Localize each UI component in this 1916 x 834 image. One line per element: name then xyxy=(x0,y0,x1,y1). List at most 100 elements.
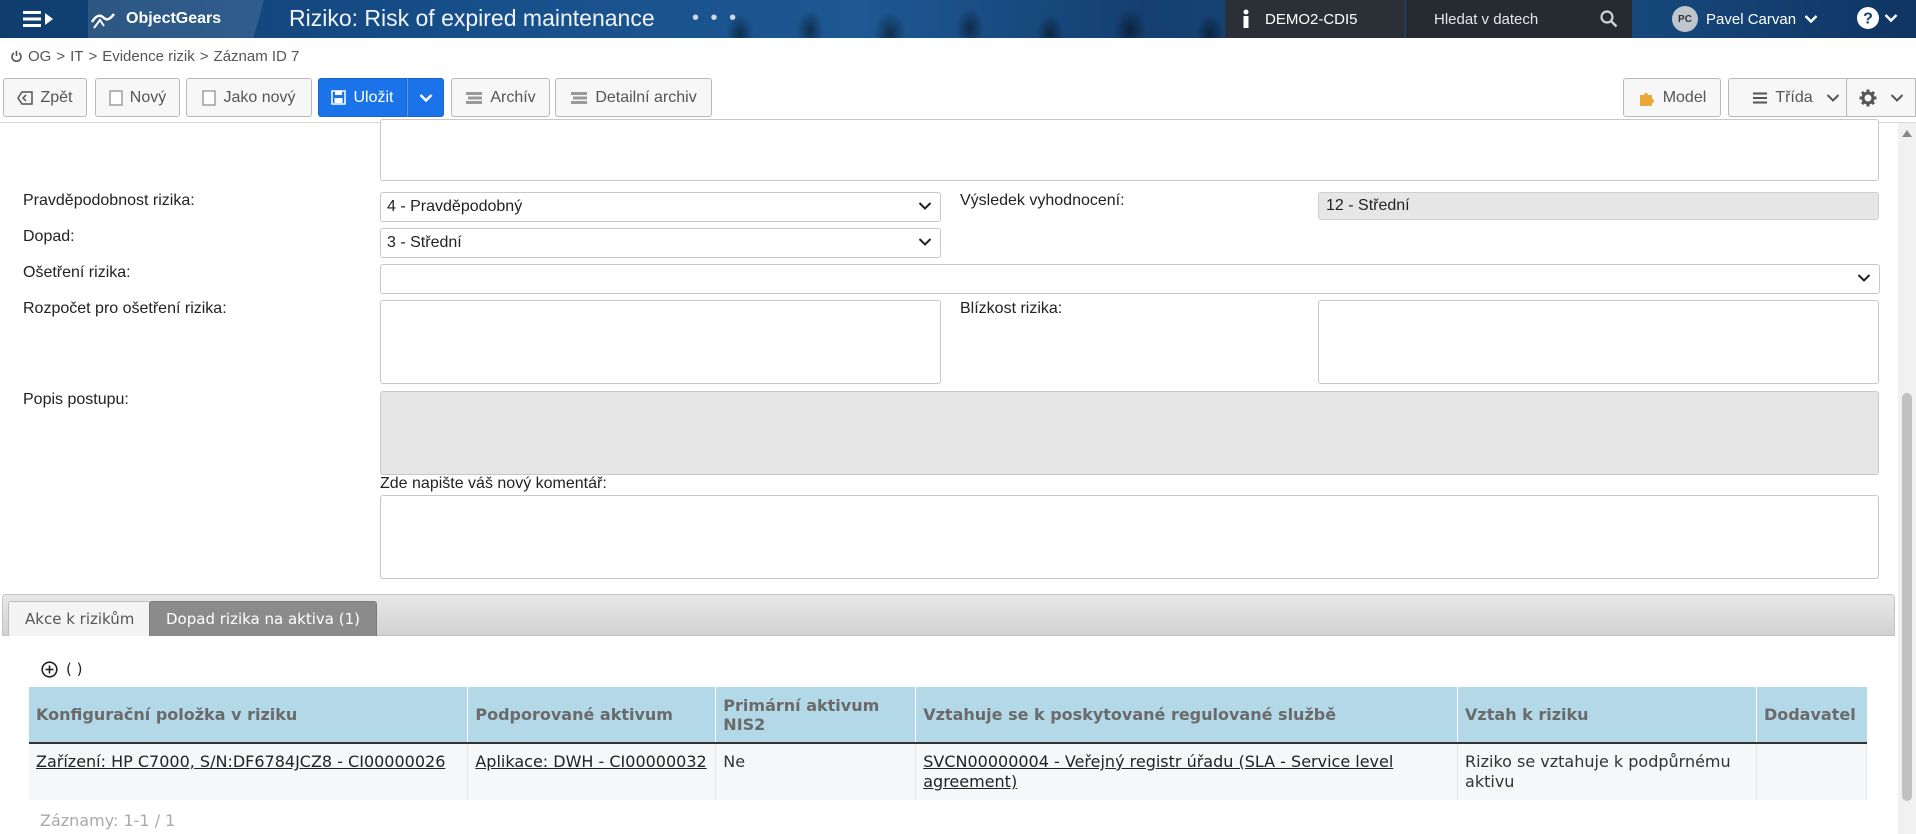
budget-textarea[interactable] xyxy=(380,300,941,384)
detail-tabs: Akce k rizikům Dopad rizika na aktiva (1… xyxy=(2,594,1895,636)
environment-name: DEMO2-CDI5 xyxy=(1265,10,1358,28)
title-more-button[interactable]: • • • xyxy=(692,7,739,30)
column-header-supported-asset[interactable]: Podporované aktivum xyxy=(467,687,717,743)
toolbar: Zpět Nový Jako nový Uložit Archív Detail… xyxy=(0,78,1916,122)
procedure-textarea xyxy=(380,391,1879,475)
add-record-row: ( ) xyxy=(41,660,82,678)
chevron-down-icon xyxy=(1890,93,1903,102)
top-header: ObjectGears Riziko: Risk of expired main… xyxy=(0,0,1916,38)
global-search[interactable] xyxy=(1406,0,1632,38)
chevron-down-icon xyxy=(1804,15,1818,24)
cell-supplier xyxy=(1756,743,1868,800)
evaluation-label: Výsledek vyhodnocení: xyxy=(960,192,1125,209)
scroll-up-icon[interactable] xyxy=(1902,129,1912,137)
comment-label: Zde napište váš nový komentář: xyxy=(380,475,607,492)
chevron-down-icon xyxy=(1826,93,1839,102)
user-menu[interactable]: PC Pavel Carvan xyxy=(1672,0,1818,38)
budget-label: Rozpočet pro ošetření rizika: xyxy=(23,300,227,317)
archive-button[interactable]: Archív xyxy=(451,78,550,117)
cell-supported-asset: Aplikace: DWH - CI00000032 xyxy=(467,743,717,800)
breadcrumb-separator: > xyxy=(199,48,209,65)
settings-button[interactable] xyxy=(1846,78,1916,117)
column-header-supplier[interactable]: Dodavatel xyxy=(1756,687,1867,743)
save-button[interactable]: Uložit xyxy=(318,78,407,117)
back-button-label: Zpět xyxy=(40,88,73,106)
comment-textarea[interactable] xyxy=(380,495,1879,579)
back-button[interactable]: Zpět xyxy=(3,78,87,117)
cell-regulated-service: SVCN00000004 - Veřejný registr úřadu (SL… xyxy=(915,743,1459,800)
tab-risk-impact-assets[interactable]: Dopad rizika na aktiva (1) xyxy=(149,601,377,636)
power-icon xyxy=(11,50,22,62)
page-scrollbar[interactable] xyxy=(1898,123,1916,834)
scrollbar-thumb[interactable] xyxy=(1902,393,1912,801)
model-button[interactable]: Model xyxy=(1623,78,1721,117)
list-icon xyxy=(1753,92,1768,103)
impact-select[interactable]: 3 - Střední xyxy=(380,228,941,258)
table-header-row: Konfigurační položka v riziku Podporovan… xyxy=(29,687,1867,743)
chevron-down-icon xyxy=(419,93,432,102)
help-icon: ? xyxy=(1857,7,1879,29)
column-header-primary-nis2[interactable]: Primární aktivum NIS2 xyxy=(715,687,917,743)
table-row[interactable]: Zařízení: HP C7000, S/N:DF6784JCZ8 - CI0… xyxy=(29,743,1868,800)
archive-icon xyxy=(466,91,483,104)
breadcrumb-risk-register[interactable]: Evidence rizik xyxy=(102,48,195,65)
probability-select[interactable]: 4 - Pravděpodobný xyxy=(380,192,941,222)
proximity-label: Blízkost rizika: xyxy=(960,300,1063,317)
records-count: Záznamy: 1-1 / 1 xyxy=(40,811,176,830)
svg-text:?: ? xyxy=(1863,11,1873,28)
save-button-label: Uložit xyxy=(353,88,394,106)
main-menu-button[interactable] xyxy=(22,7,56,31)
cell-primary-nis2: Ne xyxy=(715,743,917,800)
document-icon xyxy=(109,89,123,106)
upper-text-field[interactable] xyxy=(380,119,1879,181)
breadcrumb-it[interactable]: IT xyxy=(70,48,83,65)
evaluation-value-text: 12 - Střední xyxy=(1326,197,1410,214)
evaluation-value: 12 - Střední xyxy=(1318,192,1879,220)
chevron-down-icon xyxy=(1884,14,1898,23)
new-button[interactable]: Nový xyxy=(95,78,180,117)
class-button[interactable]: Třída xyxy=(1728,78,1864,117)
procedure-label: Popis postupu: xyxy=(23,391,129,408)
service-link[interactable]: SVCN00000004 - Veřejný registr úřadu (SL… xyxy=(923,752,1393,791)
model-button-label: Model xyxy=(1662,88,1707,106)
column-header-regulated-service[interactable]: Vztahuje se k poskytované regulované slu… xyxy=(915,687,1459,743)
save-options-button[interactable] xyxy=(407,78,444,117)
logo-text: ObjectGears xyxy=(126,10,222,27)
impact-label: Dopad: xyxy=(23,228,75,245)
breadcrumb-separator: > xyxy=(88,48,98,65)
logo[interactable]: ObjectGears xyxy=(88,0,264,38)
asset-link[interactable]: Aplikace: DWH - CI00000032 xyxy=(475,752,706,771)
search-icon[interactable] xyxy=(1600,10,1618,28)
probability-label: Pravděpodobnost rizika: xyxy=(23,192,195,209)
page-title: Riziko: Risk of expired maintenance xyxy=(289,5,655,31)
document-icon xyxy=(202,89,217,106)
treatment-select[interactable] xyxy=(380,264,1880,294)
tab-risk-actions[interactable]: Akce k rizikům xyxy=(8,601,152,636)
chevron-down-icon xyxy=(918,202,932,210)
info-icon xyxy=(1243,9,1249,28)
breadcrumb-og[interactable]: OG xyxy=(28,48,51,65)
environment-info[interactable]: DEMO2-CDI5 xyxy=(1225,0,1405,38)
cell-risk-relation: Riziko se vztahuje k podpůrnému aktivu xyxy=(1457,743,1757,800)
puzzle-icon xyxy=(1639,92,1654,106)
add-record-label: ( ) xyxy=(66,660,83,678)
help-menu[interactable]: ? xyxy=(1856,6,1898,30)
objectgears-logo-icon xyxy=(90,13,115,29)
assets-table: Konfigurační položka v riziku Podporovan… xyxy=(29,687,1868,800)
column-header-risk-relation[interactable]: Vztah k riziku xyxy=(1457,687,1757,743)
impact-value: 3 - Střední xyxy=(387,234,462,251)
breadcrumb: OG > IT > Evidence rizik > Záznam ID 7 xyxy=(10,48,299,65)
avatar: PC xyxy=(1672,6,1698,32)
detail-archive-button-label: Detailní archiv xyxy=(595,88,697,106)
ci-link[interactable]: Zařízení: HP C7000, S/N:DF6784JCZ8 - CI0… xyxy=(36,752,445,771)
as-new-button[interactable]: Jako nový xyxy=(186,78,312,117)
proximity-textarea[interactable] xyxy=(1318,300,1879,384)
gear-icon xyxy=(1859,89,1876,106)
add-circle-icon[interactable] xyxy=(41,660,58,678)
chevron-down-icon xyxy=(918,238,932,246)
column-header-ci[interactable]: Konfigurační položka v riziku xyxy=(29,687,469,743)
user-name: Pavel Carvan xyxy=(1706,10,1797,28)
detail-archive-button[interactable]: Detailní archiv xyxy=(555,78,712,117)
search-input[interactable] xyxy=(1432,9,1592,29)
cell-ci: Zařízení: HP C7000, S/N:DF6784JCZ8 - CI0… xyxy=(29,743,469,800)
